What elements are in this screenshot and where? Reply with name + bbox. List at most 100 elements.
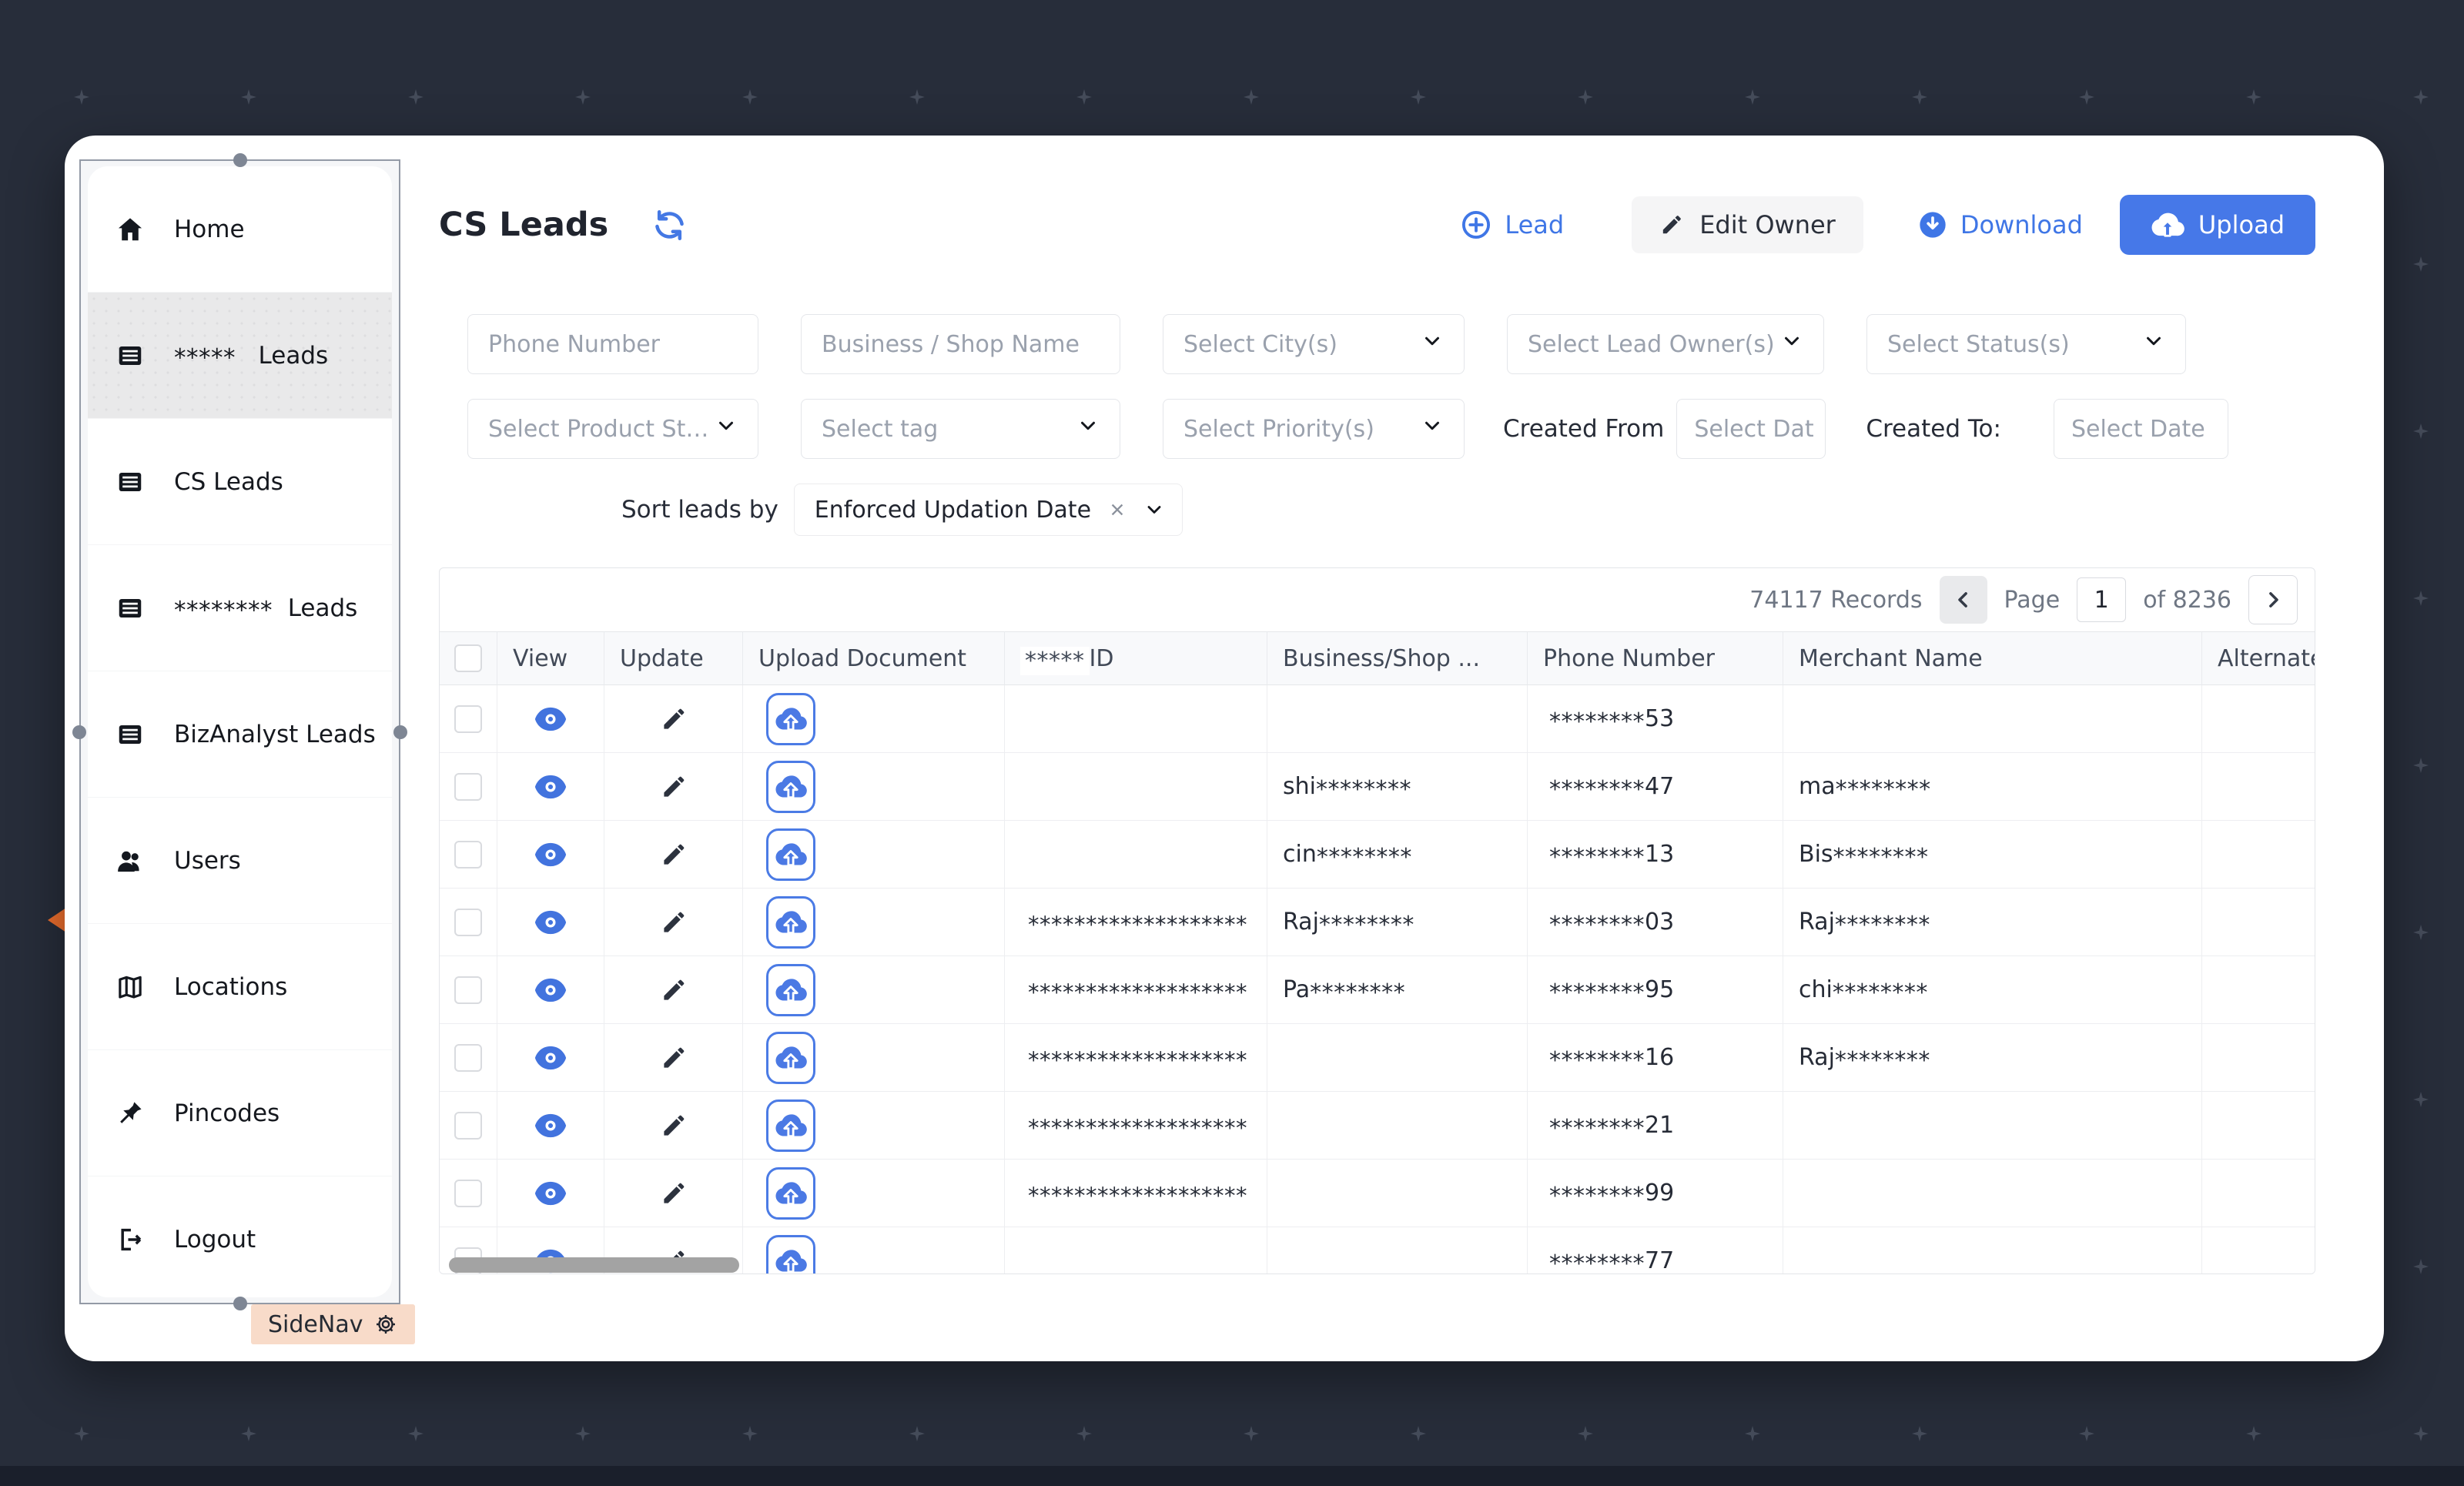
diamond-dot (2246, 1426, 2261, 1441)
row-checkbox[interactable] (454, 976, 482, 1004)
sidebar-item-leads[interactable]: ***** Leads (88, 293, 392, 419)
diamond-dot (2413, 758, 2429, 773)
sidebar-item-pincodes[interactable]: Pincodes (88, 1050, 392, 1176)
row-checkbox[interactable] (454, 705, 482, 733)
business-shop-name-input[interactable] (801, 314, 1120, 374)
add-lead-button[interactable]: Lead (1460, 209, 1564, 241)
row-checkbox[interactable] (454, 1112, 482, 1140)
update-button[interactable] (660, 841, 688, 869)
download-button[interactable]: Download (1917, 209, 2083, 240)
update-cell (604, 889, 743, 956)
alternate-cell (2202, 753, 2315, 821)
edit-owner-button[interactable]: Edit Owner (1632, 196, 1863, 253)
upload-document-button[interactable] (766, 964, 815, 1016)
upload-document-button[interactable] (766, 693, 815, 745)
select-lead-owner-s-select[interactable]: Select Lead Owner(s) (1507, 314, 1824, 374)
select-dat-date-input[interactable]: Select Dat (1676, 399, 1826, 459)
upload-button[interactable]: Upload (2120, 195, 2315, 255)
sidebar[interactable]: Home***** LeadsCS Leads******** LeadsBiz… (79, 159, 400, 1304)
update-button[interactable] (660, 976, 688, 1004)
upload-document-button[interactable] (766, 896, 815, 949)
chevron-down-icon (1421, 414, 1444, 443)
upload-document-cell (743, 956, 1005, 1024)
view-button[interactable] (533, 977, 568, 1003)
sort-select[interactable]: Enforced Updation Date (794, 484, 1183, 536)
update-button[interactable] (660, 1180, 688, 1207)
alternate-cell (2202, 889, 2315, 956)
alternate-cell (2202, 1024, 2315, 1092)
upload-document-button[interactable] (766, 1167, 815, 1220)
sidebar-item-logout[interactable]: Logout (88, 1176, 392, 1297)
select-placeholder: Select City(s) (1183, 331, 1337, 358)
sort-value: Enforced Updation Date (815, 497, 1091, 524)
select-tag-select[interactable]: Select tag (801, 399, 1120, 459)
select-priority-s-select[interactable]: Select Priority(s) (1163, 399, 1465, 459)
view-button[interactable] (533, 1113, 568, 1139)
sidebar-item-leads[interactable]: ******** Leads (88, 545, 392, 671)
view-cell (497, 1092, 604, 1160)
select-all-checkbox[interactable] (454, 644, 482, 672)
resize-handle-bottom[interactable] (233, 1297, 247, 1310)
view-button[interactable] (533, 909, 568, 935)
sidebar-item-bizanalyst-leads[interactable]: BizAnalyst Leads (88, 671, 392, 798)
upload-document-button[interactable] (766, 1099, 815, 1152)
business-shop-cell (1267, 1227, 1528, 1274)
prev-page-button[interactable] (1940, 576, 1987, 624)
view-button[interactable] (533, 842, 568, 868)
refresh-icon[interactable] (651, 207, 688, 243)
sidebar-item-home[interactable]: Home (88, 166, 392, 293)
row-checkbox[interactable] (454, 1180, 482, 1207)
row-checkbox[interactable] (454, 1044, 482, 1072)
update-button[interactable] (660, 1112, 688, 1140)
upload-document-button[interactable] (766, 761, 815, 813)
diamond-dot (742, 89, 758, 105)
column-header-upload-document: Upload Document (743, 631, 1005, 685)
sidebar-item-label: Users (174, 847, 241, 875)
select-product-stat-select[interactable]: Select Product Stat... (467, 399, 758, 459)
update-button[interactable] (660, 909, 688, 936)
view-button[interactable] (533, 706, 568, 732)
diamond-dot (74, 89, 89, 105)
row-checkbox[interactable] (454, 909, 482, 936)
row-checkbox-cell (440, 1024, 497, 1092)
resize-handle-left[interactable] (72, 725, 86, 739)
update-button[interactable] (660, 773, 688, 801)
id-cell (1005, 821, 1267, 889)
next-page-button[interactable] (2248, 575, 2298, 624)
update-button[interactable] (660, 1044, 688, 1072)
view-button[interactable] (533, 1180, 568, 1207)
sidebar-item-cs-leads[interactable]: CS Leads (88, 419, 392, 545)
select-date-date-input[interactable]: Select Date (2054, 399, 2228, 459)
gear-icon[interactable] (373, 1312, 398, 1337)
diamond-dot (408, 89, 424, 105)
merchant-name-cell (1783, 685, 2202, 753)
resize-handle-right[interactable] (393, 725, 407, 739)
resize-handle-top[interactable] (233, 153, 247, 167)
row-checkbox[interactable] (454, 773, 482, 801)
created-to-label: Created To: (1866, 415, 2001, 443)
id-cell (1005, 753, 1267, 821)
view-cell (497, 1160, 604, 1227)
horizontal-scrollbar[interactable] (449, 1257, 739, 1273)
sidebar-item-users[interactable]: Users (88, 798, 392, 924)
row-checkbox-cell (440, 889, 497, 956)
logout-icon (116, 1225, 145, 1254)
view-button[interactable] (533, 774, 568, 800)
select-city-s-select[interactable]: Select City(s) (1163, 314, 1465, 374)
row-checkbox[interactable] (454, 841, 482, 869)
upload-document-button[interactable] (766, 1235, 815, 1275)
page-number-input[interactable] (2077, 577, 2126, 622)
select-status-s-select[interactable]: Select Status(s) (1866, 314, 2186, 374)
upload-document-button[interactable] (766, 1032, 815, 1084)
pagination-row: 74117 Records Page of 8236 (440, 568, 2315, 631)
clear-sort-icon[interactable] (1106, 499, 1128, 520)
chevron-down-icon[interactable] (1143, 499, 1165, 520)
phone-number-input[interactable] (467, 314, 758, 374)
update-button[interactable] (660, 705, 688, 733)
row-checkbox-cell (440, 1160, 497, 1227)
diamond-dot (2413, 1426, 2429, 1441)
view-button[interactable] (533, 1045, 568, 1071)
sidebar-item-locations[interactable]: Locations (88, 924, 392, 1050)
sidenav-selection-tag[interactable]: SideNav (251, 1304, 415, 1344)
upload-document-button[interactable] (766, 828, 815, 881)
